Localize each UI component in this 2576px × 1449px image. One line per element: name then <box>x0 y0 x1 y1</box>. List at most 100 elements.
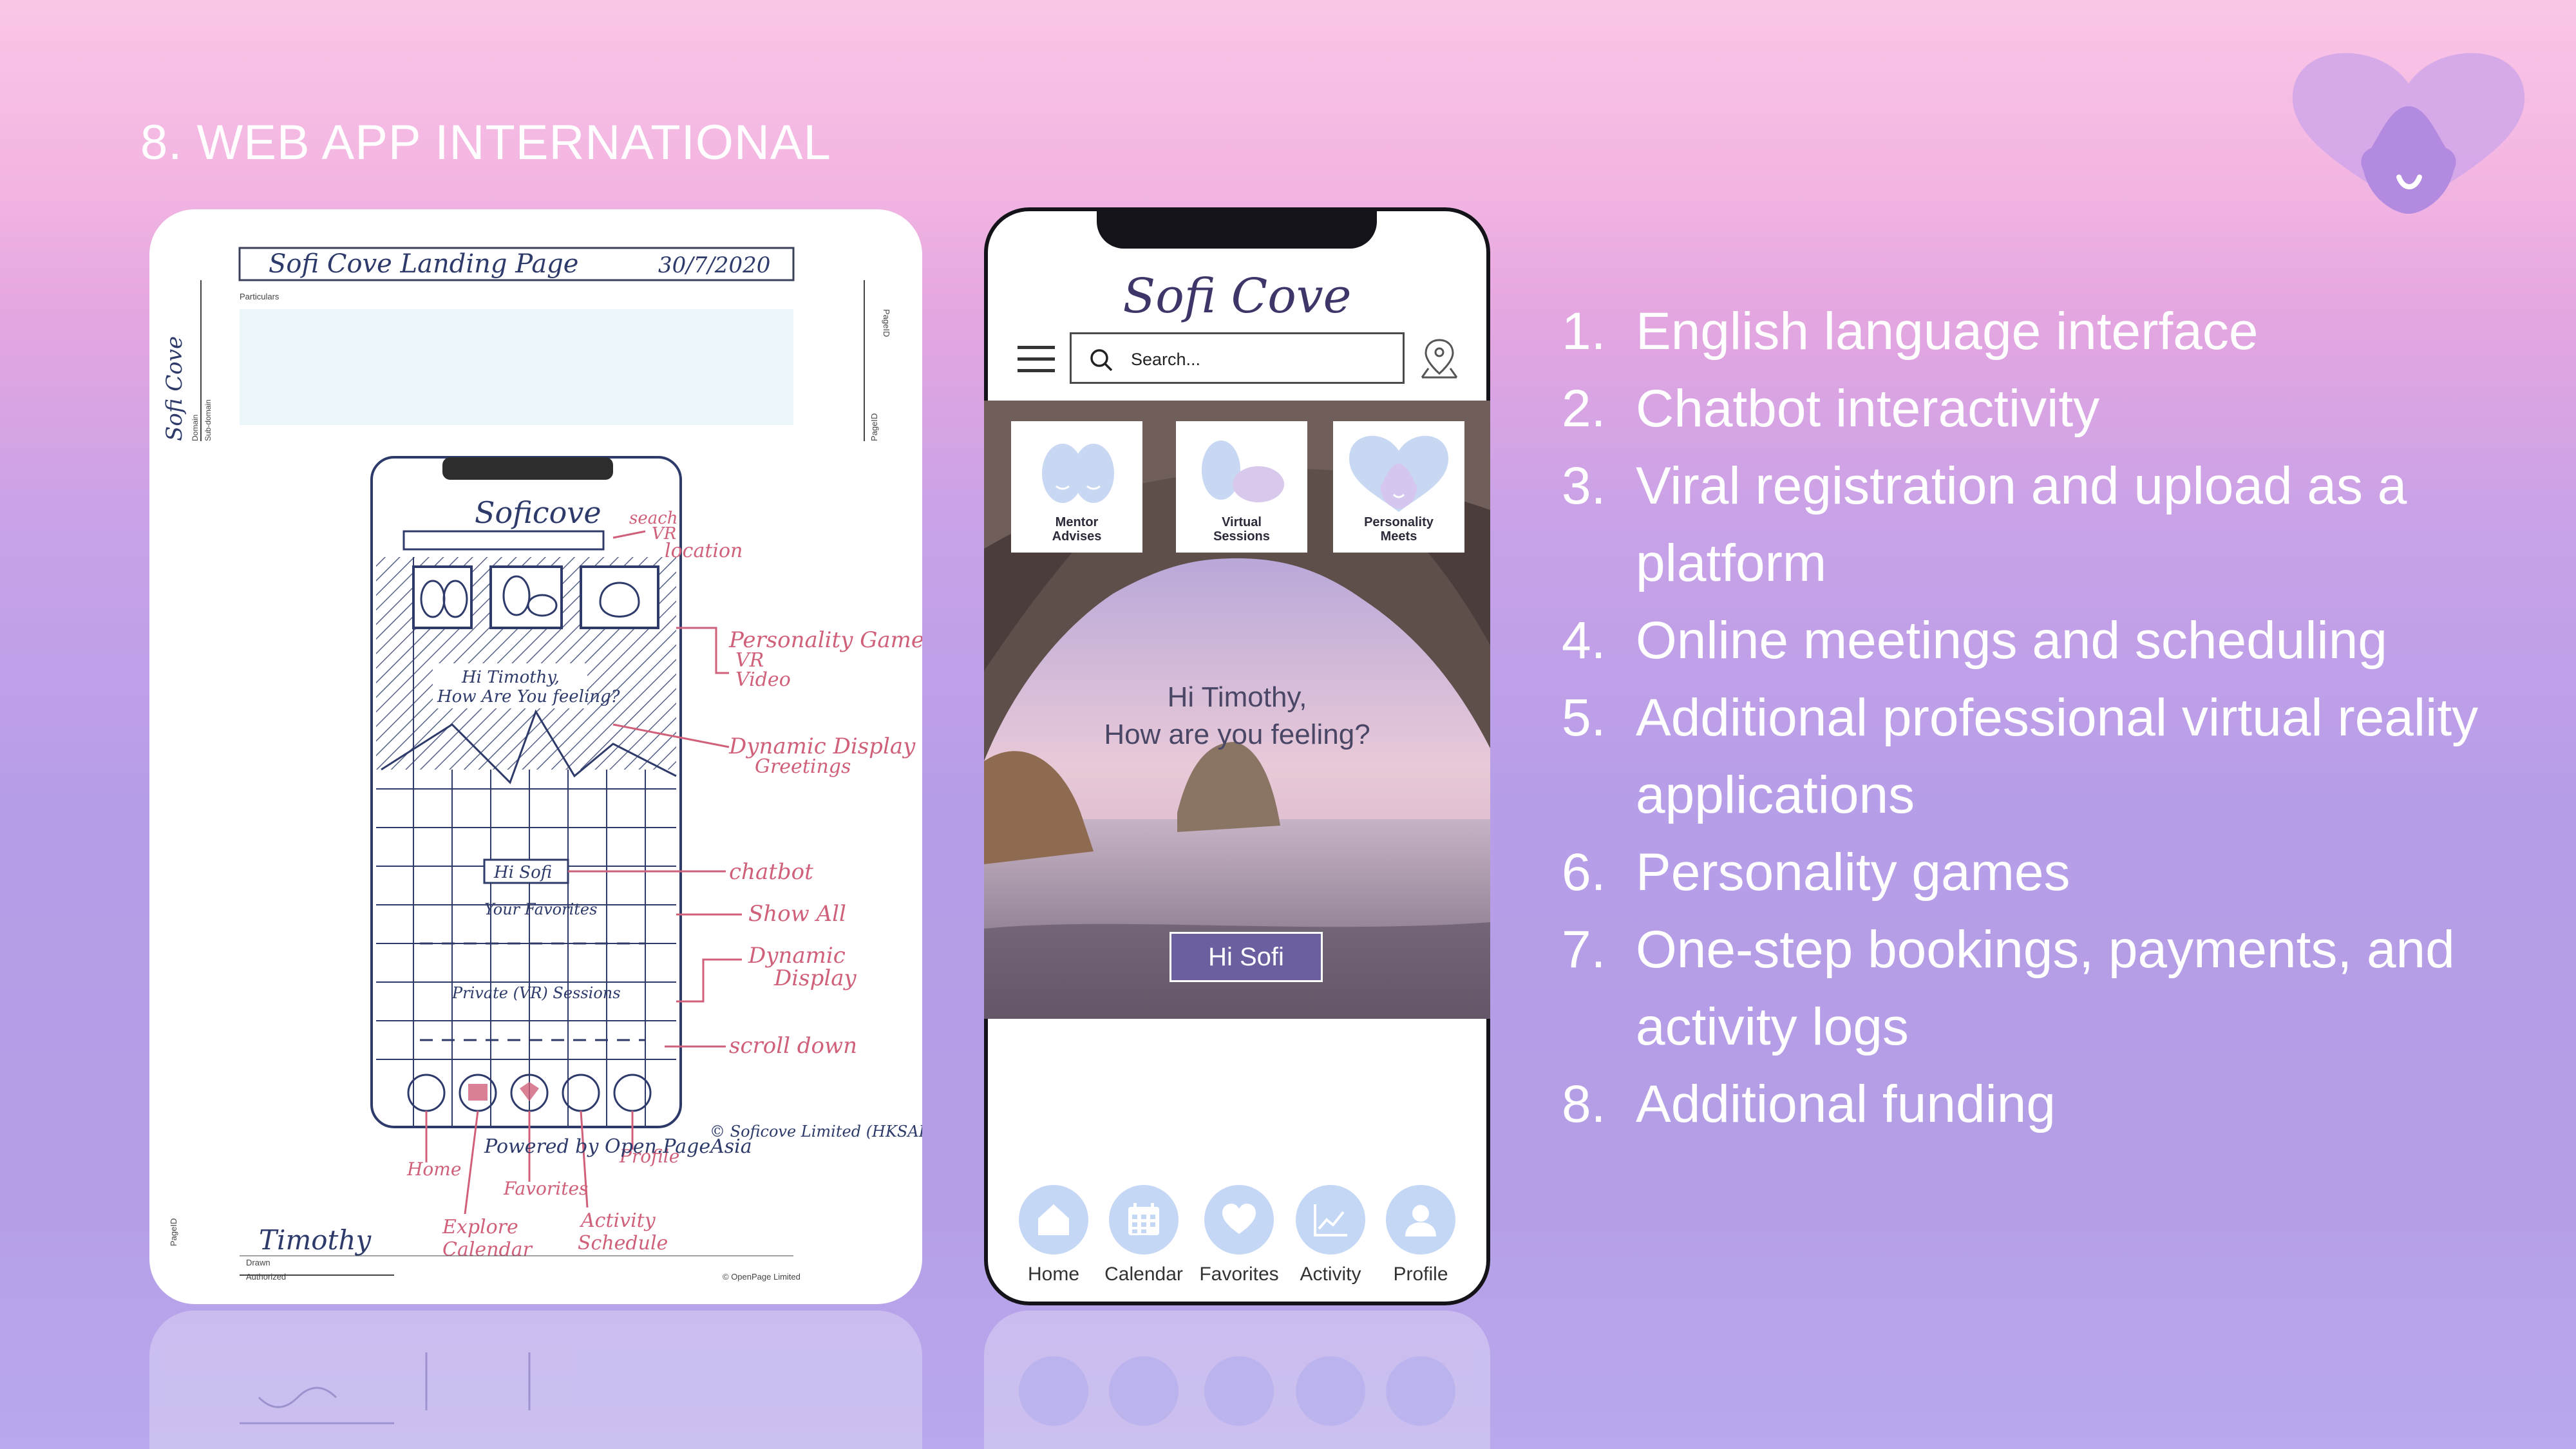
tile-label-line1: Personality <box>1364 515 1434 529</box>
sketch-pageid-right: PageID <box>869 413 879 441</box>
feature-text: Online meetings and scheduling <box>1636 611 2387 670</box>
hero-banner: Mentor Advises Virtual Sessions Personal… <box>984 401 1490 1019</box>
feature-item: 8. Additional funding <box>1562 1066 2541 1143</box>
app-brand: Sofi Cove <box>1122 269 1352 324</box>
sketch-title: Sofi Cove Landing Page <box>269 249 578 279</box>
virtual-session-icon <box>1202 440 1284 502</box>
feature-text: Additional funding <box>1636 1075 2056 1133</box>
sketch-favorites: Your Favorites <box>484 900 597 918</box>
feature-item: 6. Personality games <box>1562 834 2541 911</box>
nav-calendar[interactable]: Calendar <box>1099 1185 1189 1285</box>
phone-mockup: Sofi Cove Search... Mentor Advises Virtu… <box>984 207 1490 1305</box>
feature-item: 5. Additional professional virtual realit… <box>1562 679 2541 834</box>
bottom-nav: Home Calendar Favorites Activity Profile <box>984 1185 1490 1285</box>
phone-reflection <box>984 1311 1490 1449</box>
feature-number: 1. <box>1562 302 1606 361</box>
sketch-drawn: Drawn <box>246 1258 270 1267</box>
svg-text:scroll down: scroll down <box>729 1033 857 1059</box>
feature-text: Additional professional virtual reality … <box>1636 688 2479 824</box>
nav-label: Favorites <box>1199 1264 1279 1285</box>
feature-text: One-step bookings, payments, and activit… <box>1636 920 2455 1056</box>
feature-text: Viral registration and upload as a platf… <box>1636 457 2407 592</box>
greeting-line2: How are you feeling? <box>1104 719 1370 750</box>
phone-notch <box>1097 207 1377 249</box>
home-icon <box>1038 1204 1069 1235</box>
user-icon <box>1405 1205 1436 1236</box>
sketch-openpage: © OpenPage Limited <box>723 1272 800 1282</box>
heart-icon <box>1222 1204 1256 1234</box>
svg-text:Greetings: Greetings <box>755 755 851 778</box>
sketch-subdomain: Sub-domain <box>204 399 213 441</box>
tile-mentor-advises[interactable]: Mentor Advises <box>1011 421 1142 553</box>
greeting-line1: Hi Timothy, <box>1167 681 1307 713</box>
chart-icon <box>1314 1204 1347 1236</box>
svg-text:location: location <box>665 540 743 562</box>
svg-text:Dynamic: Dynamic <box>748 943 846 969</box>
tile-label-line2: Advises <box>1052 529 1102 544</box>
feature-item: 4. Online meetings and scheduling <box>1562 602 2541 679</box>
nav-home[interactable]: Home <box>1009 1185 1099 1285</box>
sketch-date: 30/7/2020 <box>658 252 770 278</box>
svg-text:Activity: Activity <box>579 1209 656 1232</box>
tile-label-line2: Sessions <box>1213 529 1270 544</box>
search-icon <box>1090 349 1113 372</box>
search-input[interactable] <box>1130 343 1390 375</box>
slide-title: 8. WEB APP INTERNATIONAL <box>140 115 831 170</box>
svg-text:Favorites: Favorites <box>503 1178 588 1199</box>
svg-text:Display: Display <box>773 965 857 991</box>
svg-text:How Are You feeling?: How Are You feeling? <box>437 687 621 706</box>
nav-label: Home <box>1027 1264 1080 1285</box>
feature-item: 3. Viral registration and upload as a pla… <box>1562 448 2541 602</box>
sketch-authorized: Authorized <box>246 1272 286 1282</box>
svg-text:Hi Timothy,: Hi Timothy, <box>461 668 560 687</box>
nav-favorites[interactable]: Favorites <box>1194 1185 1284 1285</box>
sketch-side-label: Sofi Cove <box>162 336 187 441</box>
feature-text: Chatbot interactivity <box>1636 379 2100 438</box>
svg-text:Schedule: Schedule <box>578 1232 668 1255</box>
tile-label-line1: Virtual <box>1222 515 1262 529</box>
feature-number: 5. <box>1562 688 1606 747</box>
nav-profile[interactable]: Profile <box>1376 1185 1466 1285</box>
sketch-drawing: Sofi Cove Landing Page 30/7/2020 Particu… <box>162 247 922 1282</box>
location-pin-icon[interactable] <box>1419 337 1459 380</box>
feature-item: 7. One-step bookings, payments, and activ… <box>1562 911 2541 1066</box>
svg-text:Calendar: Calendar <box>442 1238 533 1261</box>
nav-label: Calendar <box>1104 1264 1183 1285</box>
svg-text:chatbot: chatbot <box>729 859 813 885</box>
feature-item: 2. Chatbot interactivity <box>1562 370 2541 448</box>
mentor-avatar-icon <box>1042 444 1114 503</box>
feature-number: 3. <box>1562 457 1606 515</box>
nav-label: Profile <box>1393 1264 1448 1285</box>
calendar-icon <box>1128 1203 1159 1235</box>
personality-heart-icon <box>1349 435 1448 512</box>
tile-label-line1: Mentor <box>1055 515 1099 529</box>
hi-sofi-chat-button[interactable]: Hi Sofi <box>1170 932 1323 982</box>
nav-label: Activity <box>1300 1264 1361 1285</box>
sketch-domain: Domain <box>191 415 200 441</box>
hamburger-menu-icon[interactable] <box>1016 339 1056 379</box>
sketch-particulars: Particulars <box>240 292 279 301</box>
feature-item: 1. English language interface <box>1562 293 2541 370</box>
sketch-pageid-top: PageID <box>882 309 891 337</box>
sketch-pageid-bottom: PageID <box>169 1218 178 1246</box>
tile-virtual-sessions[interactable]: Virtual Sessions <box>1176 421 1307 553</box>
svg-text:Explore: Explore <box>442 1216 518 1238</box>
sketch-chat-button: Hi Sofi <box>493 863 552 882</box>
tile-personality-meets[interactable]: Personality Meets <box>1333 421 1464 553</box>
feature-text: English language interface <box>1636 302 2259 361</box>
sketch-sessions: Private (VR) Sessions <box>451 984 621 1002</box>
svg-text:Video: Video <box>735 668 791 691</box>
sketch-signature: Timothy <box>259 1224 372 1256</box>
nav-activity[interactable]: Activity <box>1285 1185 1376 1285</box>
feature-number: 4. <box>1562 611 1606 670</box>
feature-number: 8. <box>1562 1075 1606 1133</box>
feature-number: 7. <box>1562 920 1606 979</box>
greeting-text: Hi Timothy, How are you feeling? <box>984 679 1490 753</box>
feature-list: 1. English language interface 2. Chatbot i… <box>1562 293 2541 1143</box>
sketch-copyright: © Soficove Limited (HKSAR) <box>710 1122 922 1141</box>
tile-label-line2: Meets <box>1380 529 1417 544</box>
sketch-app-name: Soficove <box>475 495 601 530</box>
feature-number: 2. <box>1562 379 1606 438</box>
feature-text: Personality games <box>1636 843 2070 902</box>
search-bar[interactable] <box>1070 332 1405 384</box>
